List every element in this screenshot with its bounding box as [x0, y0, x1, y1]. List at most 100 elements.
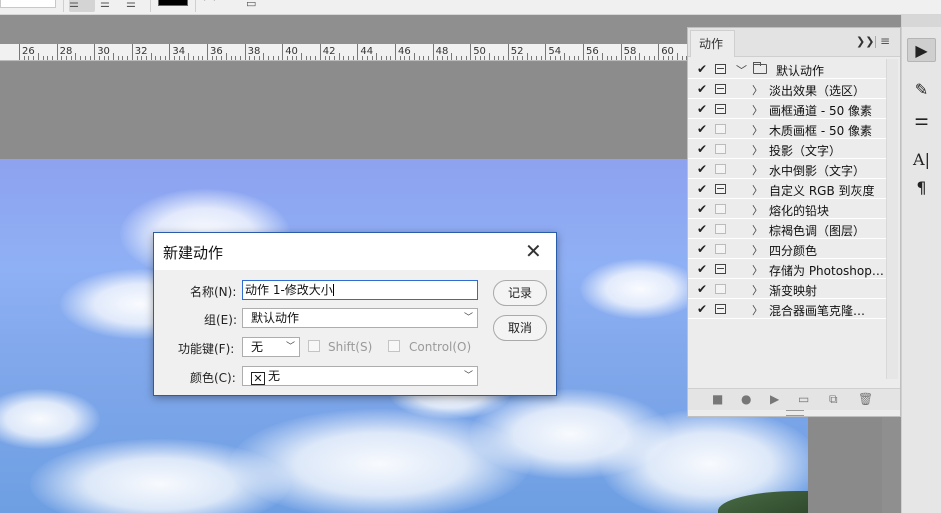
chevron-right-icon[interactable]: 〉: [752, 142, 763, 158]
toggle-check-icon[interactable]: ✔: [697, 282, 707, 296]
dialog-toggle-icon[interactable]: [715, 64, 726, 74]
chevron-right-icon[interactable]: 〉: [752, 262, 763, 278]
chevron-right-icon[interactable]: 〉: [752, 282, 763, 298]
warp-text-icon[interactable]: ⌒: [204, 0, 222, 12]
dialog-toggle-icon[interactable]: [715, 264, 726, 274]
ruler-major-tick: [545, 44, 547, 60]
scrollbar[interactable]: [886, 59, 898, 379]
chevron-right-icon[interactable]: 〉: [752, 82, 763, 98]
toggle-check-icon[interactable]: ✔: [697, 182, 707, 196]
action-row[interactable]: ✔ 〉熔化的铅块: [688, 199, 886, 219]
action-row[interactable]: ✔ 〉四分颜色: [688, 239, 886, 259]
dialog-toggle-icon[interactable]: [715, 84, 726, 94]
record-icon[interactable]: ●: [741, 392, 751, 406]
action-row[interactable]: ✔ 〉淡出效果（选区）: [688, 79, 886, 99]
dialog-toggle-icon[interactable]: [715, 244, 726, 254]
action-row[interactable]: ✔ 〉棕褐色调（图层）: [688, 219, 886, 239]
font-size-field[interactable]: [0, 0, 56, 8]
action-set-row[interactable]: ✔ ﹀ 默认动作: [688, 59, 886, 79]
play-icon[interactable]: ▶: [770, 392, 779, 406]
chevron-right-icon[interactable]: 〉: [752, 182, 763, 198]
action-row[interactable]: ✔ 〉自定义 RGB 到灰度: [688, 179, 886, 199]
stop-icon[interactable]: ■: [712, 392, 723, 406]
align-right-icon[interactable]: ☰: [126, 0, 144, 12]
name-field[interactable]: 动作 1-修改大小: [242, 280, 478, 300]
align-center-icon[interactable]: ☰: [100, 0, 118, 12]
color-select[interactable]: ✕ 无 ﹀: [242, 366, 478, 386]
ruler-major-tick: [470, 44, 472, 60]
chevron-right-icon[interactable]: 〉: [752, 222, 763, 238]
ruler-minor-tick: [239, 56, 241, 60]
paragraph-icon[interactable]: ¶: [907, 176, 936, 200]
chevron-down-icon[interactable]: ﹀: [736, 62, 747, 78]
ruler-minor-tick: [503, 56, 505, 60]
dialog-toggle-icon[interactable]: [715, 124, 726, 134]
chevron-right-icon[interactable]: 〉: [752, 302, 763, 318]
text-color-swatch[interactable]: [158, 0, 188, 6]
toggle-check-icon[interactable]: ✔: [697, 242, 707, 256]
control-checkbox[interactable]: [388, 340, 400, 352]
ruler-minor-tick: [592, 56, 594, 60]
ruler-minor-tick: [174, 56, 176, 60]
chevron-right-icon[interactable]: 〉: [752, 242, 763, 258]
new-set-folder-icon[interactable]: ▭: [798, 392, 809, 406]
dialog-toggle-icon[interactable]: [715, 184, 726, 194]
action-row[interactable]: ✔ 〉画框通道 - 50 像素: [688, 99, 886, 119]
toggle-check-icon[interactable]: ✔: [697, 62, 707, 76]
cancel-button[interactable]: 取消: [493, 315, 547, 341]
action-row[interactable]: ✔ 〉存储为 Photoshop…: [688, 259, 886, 279]
toggle-check-icon[interactable]: ✔: [697, 142, 707, 156]
ruler-minor-tick: [376, 53, 378, 60]
action-row[interactable]: ✔ 〉投影（文字）: [688, 139, 886, 159]
character-icon[interactable]: A|: [907, 148, 936, 172]
brush-icon[interactable]: ✎: [907, 78, 936, 102]
ruler-minor-tick: [188, 53, 190, 60]
action-row[interactable]: ✔ 〉渐变映射: [688, 279, 886, 299]
toggle-check-icon[interactable]: ✔: [697, 102, 707, 116]
dialog-toggle-icon[interactable]: [715, 164, 726, 174]
dialog-toggle-icon[interactable]: [715, 304, 726, 314]
shift-checkbox[interactable]: [308, 340, 320, 352]
chevron-right-icon[interactable]: 〉: [752, 202, 763, 218]
ruler-minor-tick: [249, 56, 251, 60]
toggle-check-icon[interactable]: ✔: [697, 162, 707, 176]
toggle-check-icon[interactable]: ✔: [697, 262, 707, 276]
toggle-check-icon[interactable]: ✔: [697, 202, 707, 216]
dialog-toggle-icon[interactable]: [715, 284, 726, 294]
group-select[interactable]: 默认动作 ﹀: [242, 308, 478, 328]
ruler-minor-tick: [47, 56, 49, 60]
ruler-minor-tick: [103, 56, 105, 60]
dialog-toggle-icon[interactable]: [715, 224, 726, 234]
collapse-icon[interactable]: ❯❯: [856, 35, 874, 48]
toggle-check-icon[interactable]: ✔: [697, 222, 707, 236]
trash-icon[interactable]: 🗑: [858, 392, 873, 406]
tab-actions[interactable]: 动作: [690, 30, 735, 57]
resize-grip[interactable]: [786, 410, 804, 416]
chevron-right-icon[interactable]: 〉: [752, 122, 763, 138]
ruler-minor-tick: [639, 53, 641, 60]
toggle-check-icon[interactable]: ✔: [697, 302, 707, 316]
toggle-check-icon[interactable]: ✔: [697, 122, 707, 136]
dialog-toggle-icon[interactable]: [715, 104, 726, 114]
action-row[interactable]: ✔ 〉水中倒影（文字）: [688, 159, 886, 179]
dialog-toggle-icon[interactable]: [715, 144, 726, 154]
action-row[interactable]: ✔ 〉混合器画笔克隆…: [688, 299, 886, 319]
dialog-toggle-icon[interactable]: [715, 204, 726, 214]
panel-menu-icon[interactable]: ≡: [880, 34, 890, 48]
adjustment-sliders-icon[interactable]: ⚌: [907, 108, 936, 132]
character-panel-icon[interactable]: ▭: [246, 0, 264, 12]
action-label: 画框通道 - 50 像素: [769, 104, 873, 118]
toggle-check-icon[interactable]: ✔: [697, 82, 707, 96]
function-key-select[interactable]: 无 ﹀: [242, 337, 300, 357]
align-left-icon[interactable]: ☰: [69, 0, 95, 12]
close-icon[interactable]: ✕: [525, 238, 542, 264]
action-row[interactable]: ✔ 〉木质画框 - 50 像素: [688, 119, 886, 139]
divider: [63, 0, 64, 12]
chevron-right-icon[interactable]: 〉: [752, 102, 763, 118]
new-action-icon[interactable]: ⧉: [829, 392, 838, 407]
record-button[interactable]: 记录: [493, 280, 547, 306]
ruler-minor-tick: [221, 56, 223, 60]
ruler-minor-tick: [98, 56, 100, 60]
chevron-right-icon[interactable]: 〉: [752, 162, 763, 178]
actions-play-icon[interactable]: ▶: [907, 38, 936, 62]
